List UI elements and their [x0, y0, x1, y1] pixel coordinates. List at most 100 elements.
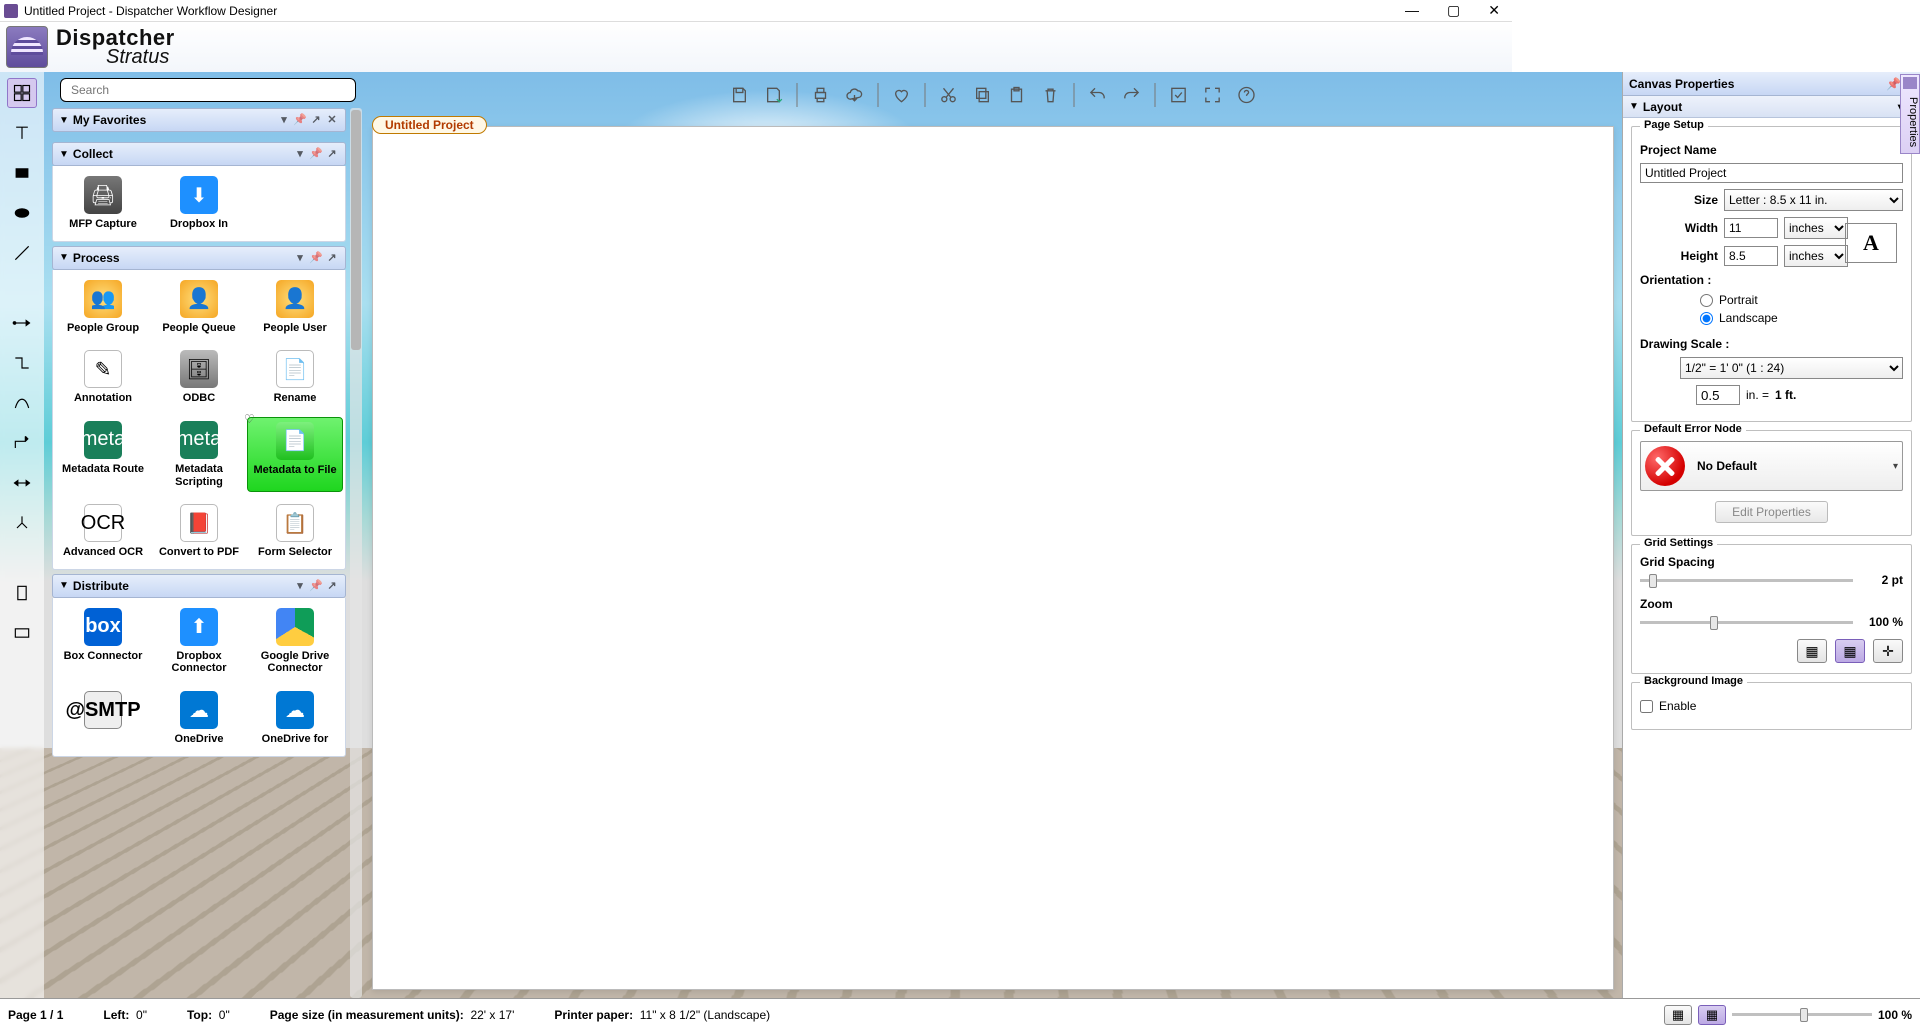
edit-properties-button[interactable]: Edit Properties [1715, 501, 1828, 523]
page-portrait-tool[interactable] [7, 578, 37, 608]
pin-icon[interactable]: 📌 [1886, 77, 1900, 91]
undo-button[interactable] [1083, 80, 1113, 110]
page-setup-legend: Page Setup [1640, 119, 1708, 131]
zoom-slider[interactable] [1640, 621, 1853, 624]
drawing-scale-select[interactable]: 1/2" = 1' 0" (1 : 24) [1680, 357, 1903, 379]
error-node-dropdown[interactable]: No Default ▾ [1640, 441, 1903, 491]
popout-icon[interactable]: ↗ [325, 147, 339, 161]
palette-scrollbar[interactable] [350, 108, 362, 998]
connector-curve-tool[interactable] [7, 388, 37, 418]
grid-spacing-slider[interactable] [1640, 579, 1853, 582]
rectangle-tool[interactable] [7, 158, 37, 188]
node-metadata-route[interactable]: metaMetadata Route [55, 417, 151, 492]
width-unit-select[interactable]: inches [1784, 217, 1848, 239]
canvas-page[interactable] [372, 126, 1614, 990]
status-zoom-slider[interactable] [1732, 1013, 1872, 1016]
save-button[interactable] [725, 80, 755, 110]
category-menu-icon[interactable]: ▾ [277, 113, 291, 127]
node-metadata-to-file[interactable]: ♡📄Metadata to File [247, 417, 343, 492]
category-menu-icon[interactable]: ▾ [293, 579, 307, 593]
grid-spacing-label: Grid Spacing [1640, 555, 1903, 569]
page-size-select[interactable]: Letter : 8.5 x 11 in. [1724, 189, 1903, 211]
text-tool[interactable] [7, 118, 37, 148]
favorite-button[interactable] [887, 80, 917, 110]
heart-icon[interactable]: ♡ [244, 412, 255, 426]
node-advanced-ocr[interactable]: OCRAdvanced OCR [55, 500, 151, 563]
pin-icon[interactable]: 📌 [309, 251, 323, 265]
background-enable-checkbox[interactable] [1640, 700, 1653, 713]
grid-crosshair-button[interactable]: ✛ [1873, 639, 1903, 663]
orientation-landscape-radio[interactable] [1700, 312, 1713, 325]
popout-icon[interactable]: ↗ [325, 251, 339, 265]
fit-screen-button[interactable] [1198, 80, 1228, 110]
node-dropbox-in[interactable]: ⬇Dropbox In [151, 172, 247, 235]
node-rename[interactable]: 📄Rename [247, 346, 343, 409]
validate-button[interactable] [1164, 80, 1194, 110]
status-grid-button[interactable]: ▦ [1664, 1005, 1692, 1025]
page-width-input[interactable] [1724, 218, 1778, 238]
window-close[interactable]: ✕ [1488, 2, 1500, 19]
category-process-header[interactable]: ▼Process ▾ 📌 ↗ [52, 246, 346, 270]
properties-side-tab[interactable]: Properties [1900, 74, 1920, 154]
help-button[interactable] [1232, 80, 1262, 110]
grid-show-button[interactable]: ▦ [1797, 639, 1827, 663]
node-smtp[interactable]: @SMTP [55, 687, 151, 750]
popout-icon[interactable]: ↗ [325, 579, 339, 593]
save-cloud-button[interactable] [759, 80, 789, 110]
delete-button[interactable] [1036, 80, 1066, 110]
pin-icon[interactable]: 📌 [293, 113, 307, 127]
node-convert-to-pdf[interactable]: 📕Convert to PDF [151, 500, 247, 563]
status-snap-button[interactable]: ▦ [1698, 1005, 1726, 1025]
search-input[interactable] [60, 78, 356, 102]
cut-button[interactable] [934, 80, 964, 110]
page-landscape-tool[interactable] [7, 618, 37, 648]
node-people-user[interactable]: 👤People User [247, 276, 343, 339]
popout-icon[interactable]: ↗ [309, 113, 323, 127]
category-favorites-header[interactable]: ▼My Favorites ▾ 📌 ↗ ✕ [52, 108, 346, 132]
page-height-input[interactable] [1724, 246, 1778, 266]
connector-elbow-down-tool[interactable] [7, 348, 37, 378]
redo-button[interactable] [1117, 80, 1147, 110]
node-box-connector[interactable]: boxBox Connector [55, 604, 151, 679]
select-tool[interactable] [7, 78, 37, 108]
connector-straight-tool[interactable] [7, 308, 37, 338]
category-process-title: Process [73, 251, 120, 265]
node-people-queue[interactable]: 👤People Queue [151, 276, 247, 339]
shape-tool-rail [0, 72, 44, 998]
pin-icon[interactable]: 📌 [309, 147, 323, 161]
node-odbc[interactable]: 🗄ODBC [151, 346, 247, 409]
error-node-legend: Default Error Node [1640, 423, 1746, 435]
close-icon[interactable]: ✕ [325, 113, 339, 127]
window-maximize[interactable]: ▢ [1447, 2, 1460, 19]
window-minimize[interactable]: — [1405, 2, 1419, 19]
connector-step-tool[interactable] [7, 428, 37, 458]
height-unit-select[interactable]: inches [1784, 245, 1848, 267]
pin-icon[interactable]: 📌 [309, 579, 323, 593]
node-metadata-scripting[interactable]: metaMetadata Scripting [151, 417, 247, 492]
cloud-button[interactable] [840, 80, 870, 110]
node-onedrive[interactable]: ☁OneDrive [151, 687, 247, 750]
node-google-drive-connector[interactable]: Google Drive Connector [247, 604, 343, 679]
node-dropbox-connector[interactable]: ⬆Dropbox Connector [151, 604, 247, 679]
project-name-input[interactable] [1640, 163, 1903, 183]
ellipse-tool[interactable] [7, 198, 37, 228]
scale-in-input[interactable] [1696, 385, 1740, 405]
connector-two-way-tool[interactable] [7, 468, 37, 498]
category-distribute-header[interactable]: ▼Distribute ▾ 📌 ↗ [52, 574, 346, 598]
grid-snap-button[interactable]: ▦ [1835, 639, 1865, 663]
node-mfp-capture[interactable]: 🖨MFP Capture [55, 172, 151, 235]
category-collect-header[interactable]: ▼Collect ▾ 📌 ↗ [52, 142, 346, 166]
line-tool[interactable] [7, 238, 37, 268]
paste-button[interactable] [1002, 80, 1032, 110]
node-people-group[interactable]: 👥People Group [55, 276, 151, 339]
node-form-selector[interactable]: 📋Form Selector [247, 500, 343, 563]
orientation-portrait-radio[interactable] [1700, 294, 1713, 307]
copy-button[interactable] [968, 80, 998, 110]
connector-branch-tool[interactable] [7, 508, 37, 538]
category-menu-icon[interactable]: ▾ [293, 147, 307, 161]
print-button[interactable] [806, 80, 836, 110]
canvas-tab[interactable]: Untitled Project [372, 116, 487, 134]
category-menu-icon[interactable]: ▾ [293, 251, 307, 265]
node-annotation[interactable]: ✎Annotation [55, 346, 151, 409]
node-onedrive-for[interactable]: ☁OneDrive for [247, 687, 343, 750]
